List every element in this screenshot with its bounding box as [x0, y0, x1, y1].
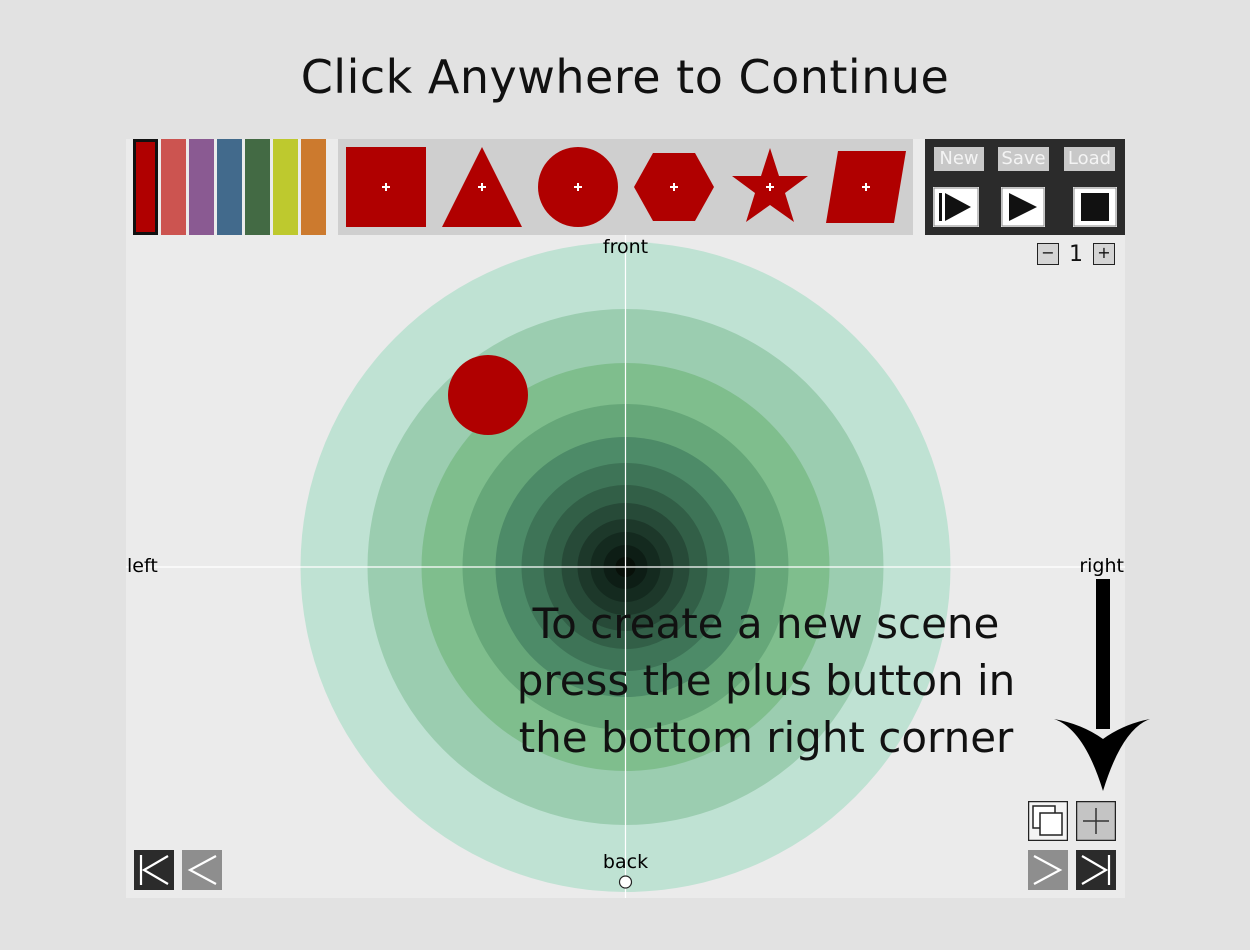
placed-circle-object[interactable]: [448, 355, 528, 435]
hexagon-icon: [634, 153, 714, 221]
listener-marker: [618, 875, 633, 889]
previous-scene-icon: [182, 850, 222, 890]
new-button[interactable]: New: [934, 147, 984, 171]
last-scene-icon: [1076, 850, 1116, 890]
color-palette: [133, 139, 328, 235]
front-label: front: [603, 236, 648, 258]
color-swatch-green[interactable]: [245, 139, 270, 235]
add-scene-icon: [1076, 801, 1116, 841]
add-scene-button[interactable]: [1076, 801, 1116, 841]
parallelogram-icon: [826, 151, 906, 223]
duplicate-scene-button[interactable]: [1028, 801, 1068, 841]
circle-shape-button[interactable]: [536, 145, 620, 229]
circle-icon: [538, 147, 618, 227]
left-label: left: [127, 555, 158, 577]
save-button[interactable]: Save: [998, 147, 1049, 171]
star-shape-button[interactable]: [728, 145, 812, 229]
color-swatch-purple[interactable]: [189, 139, 214, 235]
color-swatch-orange[interactable]: [301, 139, 326, 235]
down-arrow-icon: [1054, 579, 1150, 791]
duplicate-scene-icon: [1028, 801, 1068, 841]
square-shape-button[interactable]: [344, 145, 428, 229]
play-icon: [1001, 187, 1045, 227]
sound-stage[interactable]: front back left right: [126, 235, 1125, 898]
back-label: back: [603, 851, 648, 873]
next-scene-button[interactable]: [1028, 850, 1068, 890]
play-from-start-icon: [933, 187, 979, 227]
color-swatch-red[interactable]: [133, 139, 158, 235]
triangle-icon: [442, 147, 522, 227]
control-panel: New Save Load: [925, 139, 1125, 235]
hexagon-shape-button[interactable]: [632, 145, 716, 229]
color-swatch-blue[interactable]: [217, 139, 242, 235]
shape-palette: [338, 139, 913, 235]
color-swatch-lime[interactable]: [273, 139, 298, 235]
right-label: right: [1079, 555, 1124, 577]
instruction-title: Click Anywhere to Continue: [300, 50, 950, 104]
star-icon: [732, 148, 808, 222]
first-scene-icon: [134, 850, 174, 890]
parallelogram-shape-button[interactable]: [824, 145, 908, 229]
square-icon: [346, 147, 426, 227]
play-button[interactable]: [1001, 187, 1045, 227]
previous-scene-button[interactable]: [182, 850, 222, 890]
stop-button[interactable]: [1073, 187, 1117, 227]
play-from-start-button[interactable]: [933, 187, 979, 227]
stop-icon: [1073, 187, 1117, 227]
last-scene-button[interactable]: [1076, 850, 1116, 890]
app-frame: New Save Load − 1 + front back left righ…: [126, 139, 1150, 898]
color-swatch-salmon[interactable]: [161, 139, 186, 235]
tutorial-message: To create a new scene press the plus but…: [516, 599, 1016, 762]
load-button[interactable]: Load: [1064, 147, 1115, 171]
triangle-shape-button[interactable]: [440, 145, 524, 229]
next-scene-icon: [1028, 850, 1068, 890]
first-scene-button[interactable]: [134, 850, 174, 890]
